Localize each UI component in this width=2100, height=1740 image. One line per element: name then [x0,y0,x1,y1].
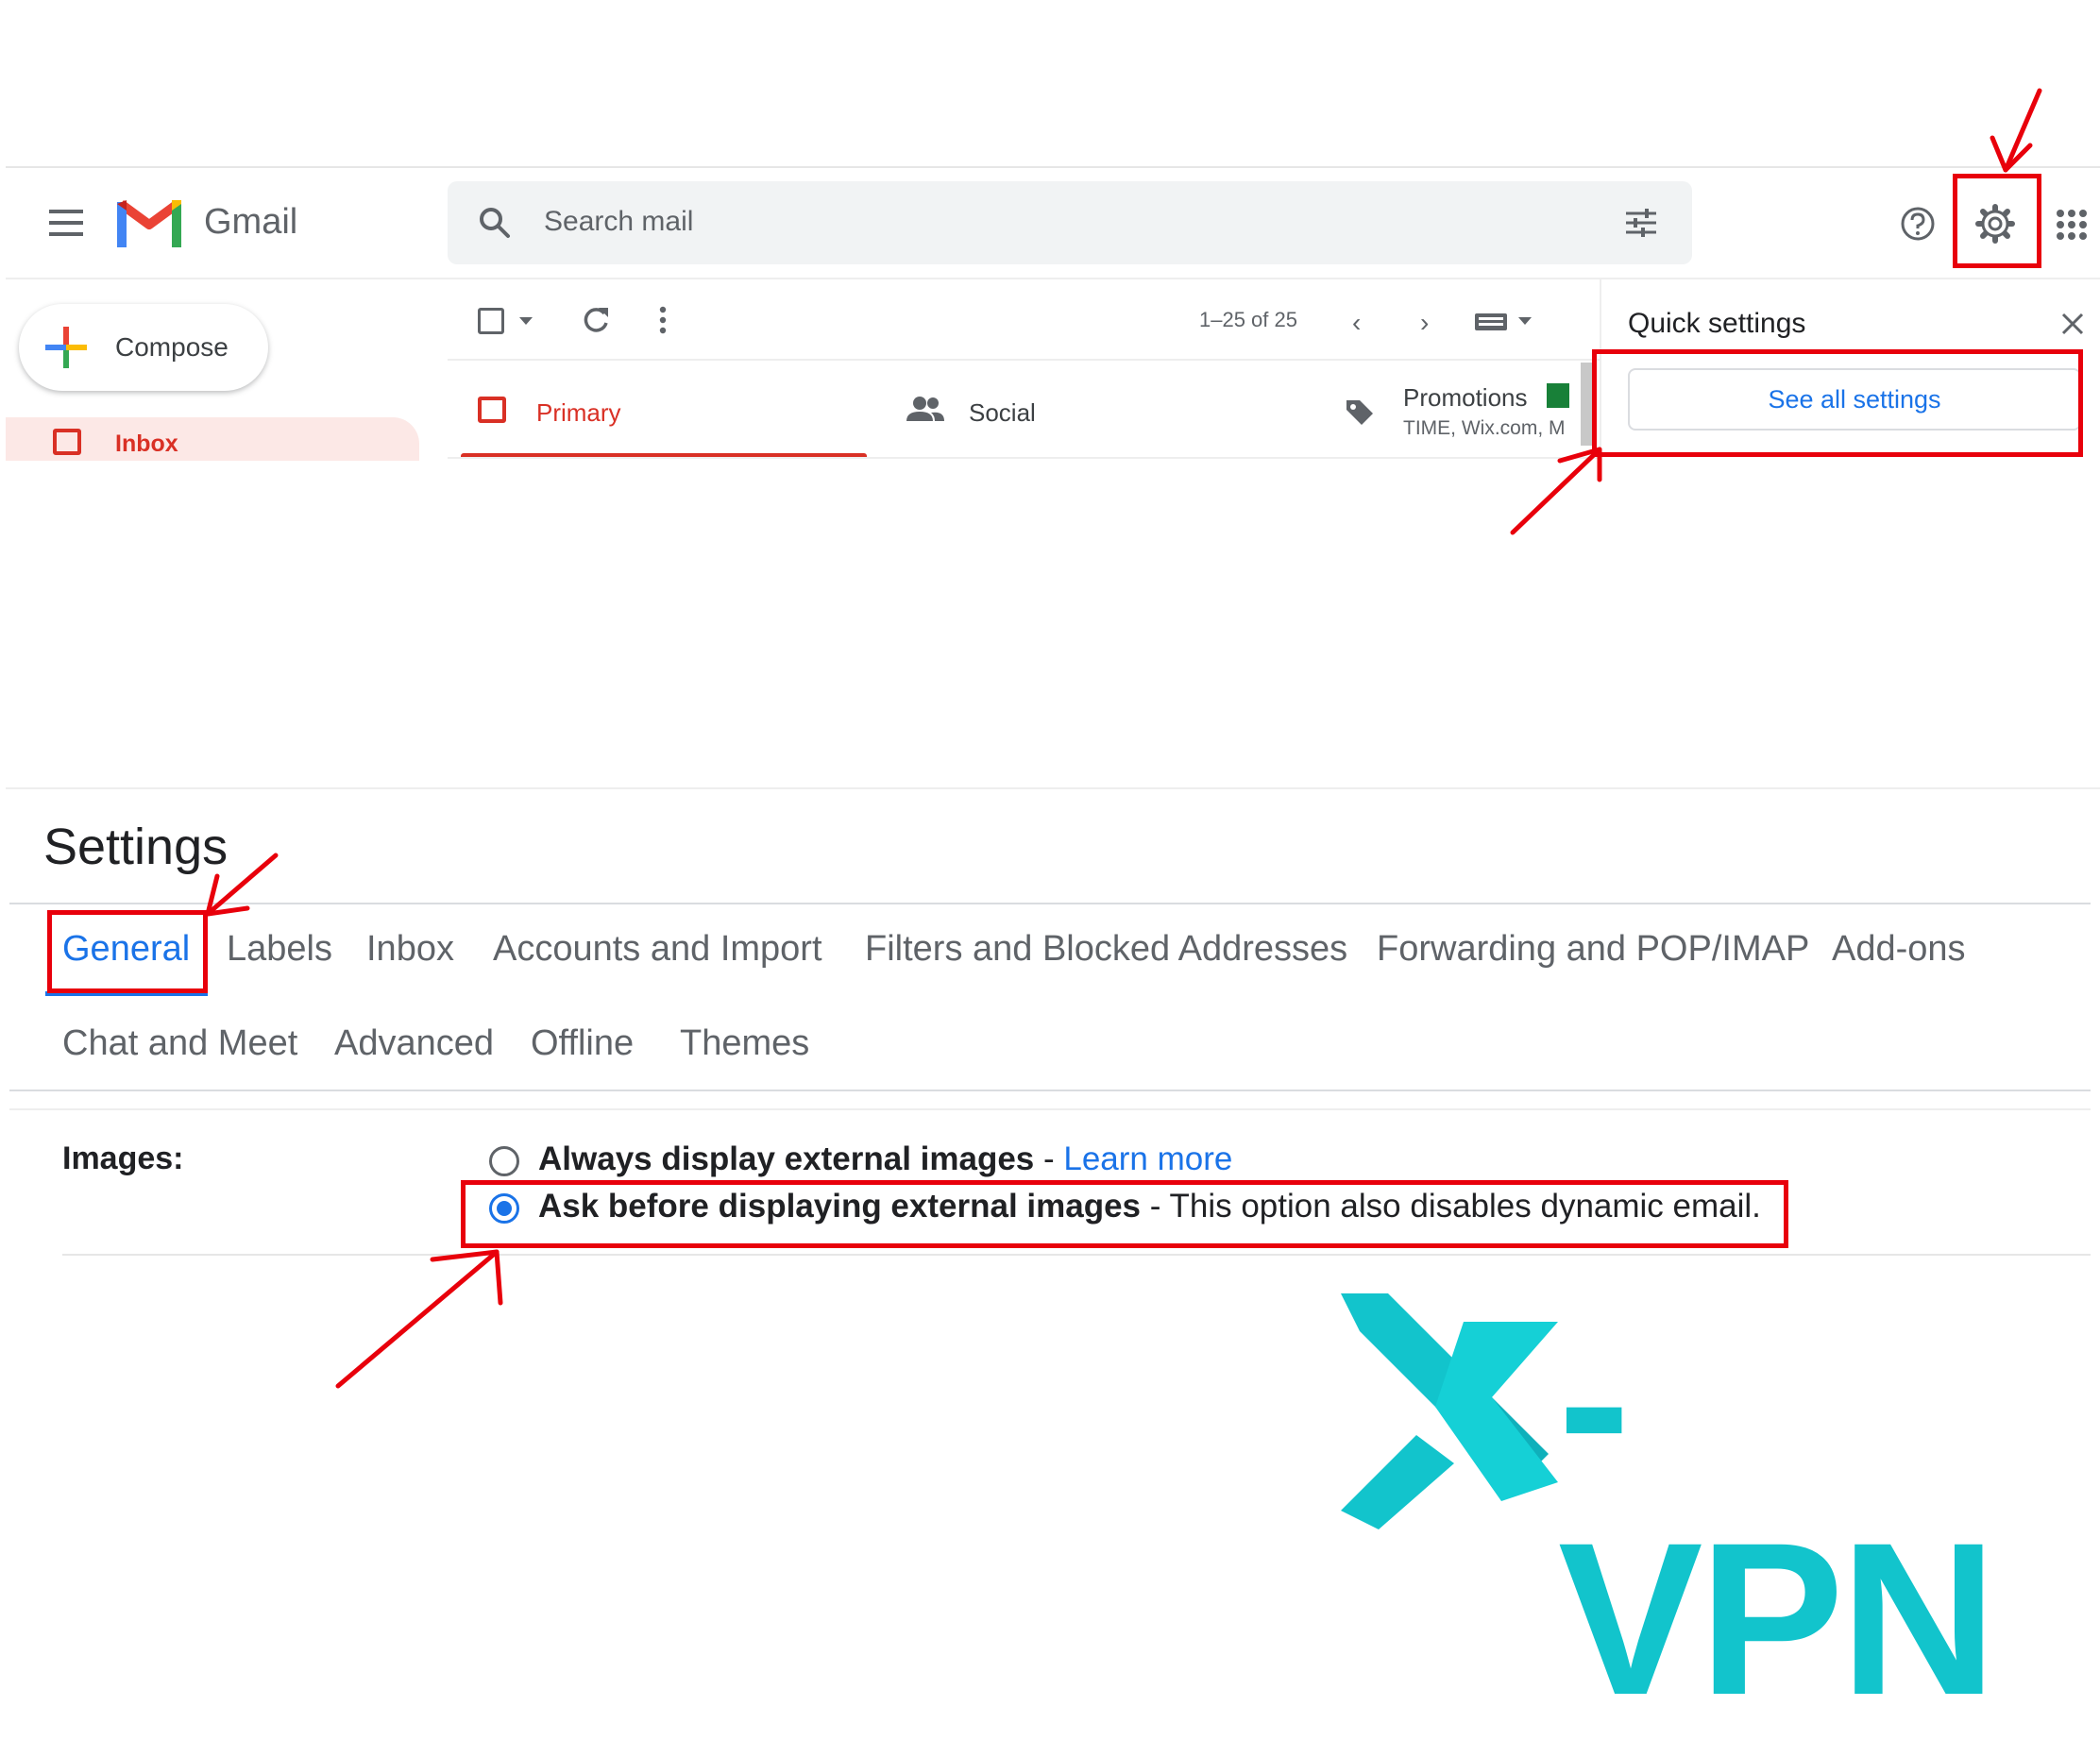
xvpn-x-mark-icon [1341,1293,1558,1529]
xvpn-wordmark: -VPN [1558,1280,1997,1740]
xvpn-logo: -VPN [1322,1293,2058,1728]
